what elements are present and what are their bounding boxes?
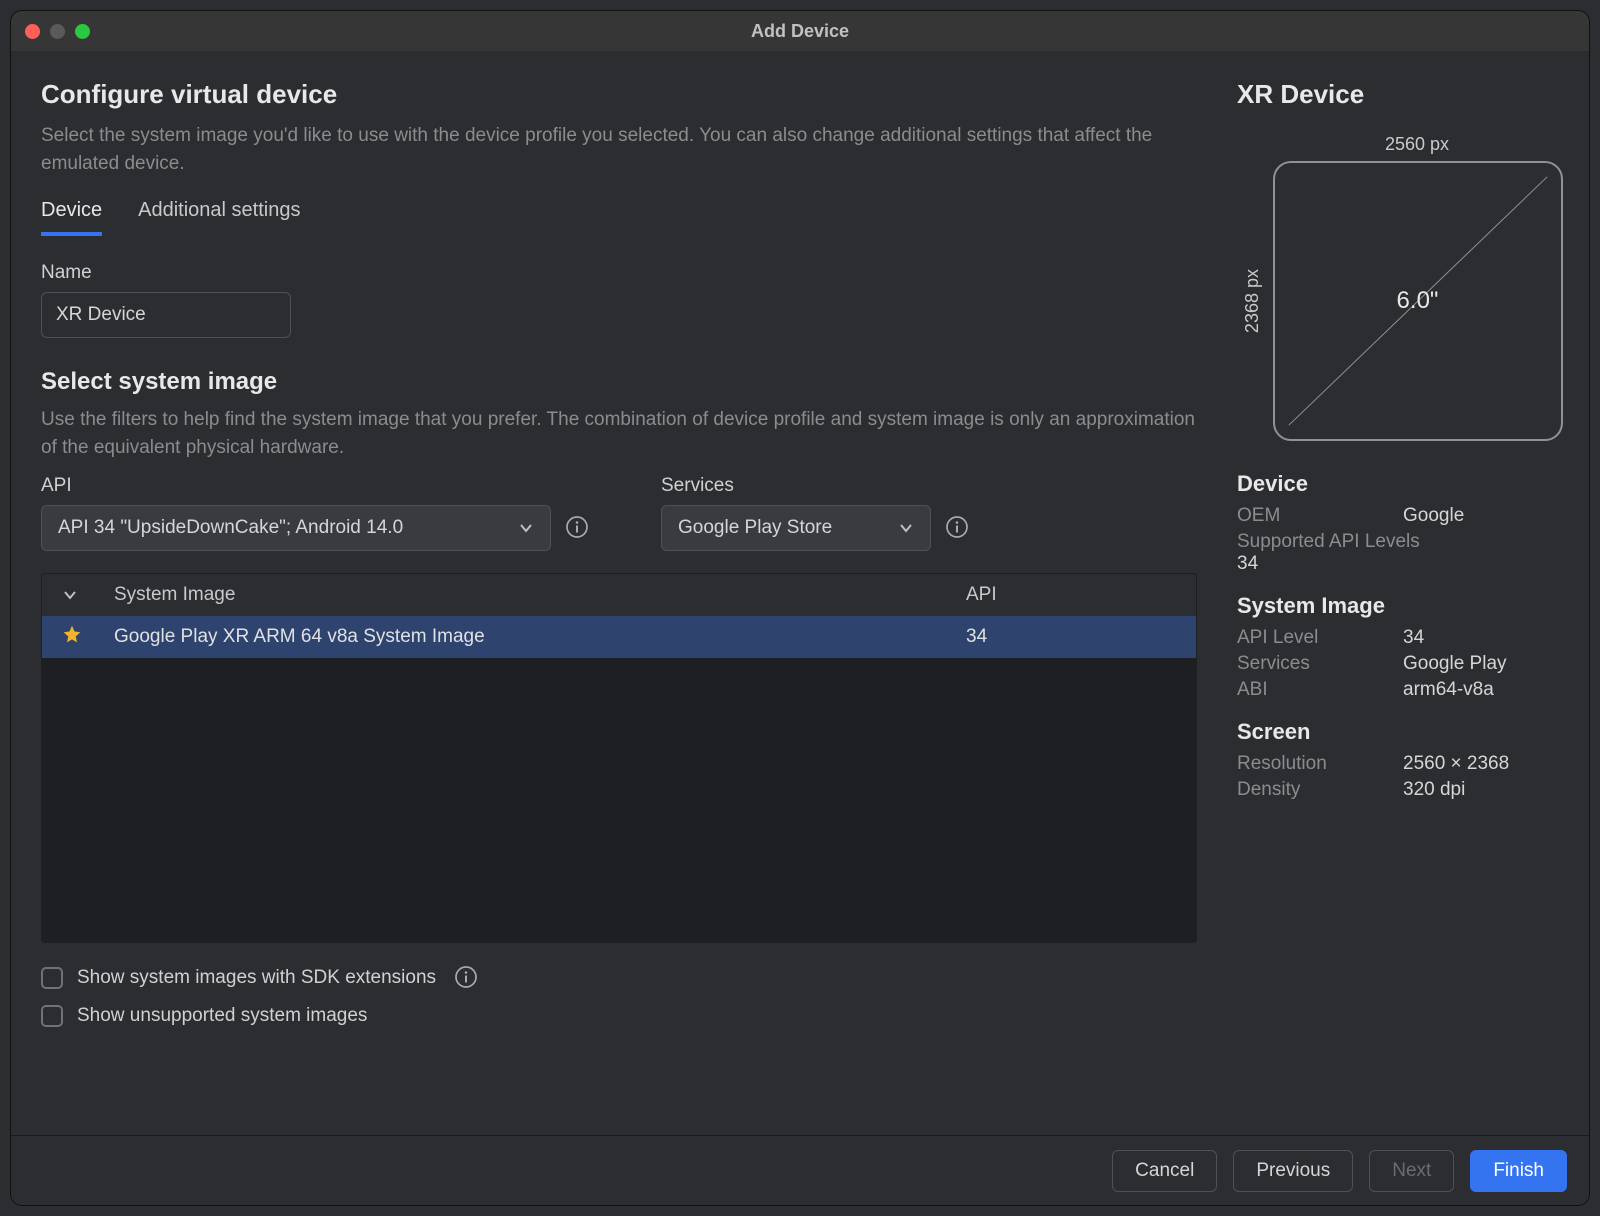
info-icon[interactable] xyxy=(454,965,480,991)
page-title: Configure virtual device xyxy=(41,79,1197,110)
dialog-footer: Cancel Previous Next Finish xyxy=(11,1135,1589,1205)
system-image-description: Use the filters to help find the system … xyxy=(41,406,1197,461)
resolution-key: Resolution xyxy=(1237,753,1403,775)
chevron-down-icon xyxy=(518,520,534,536)
row-api: 34 xyxy=(966,626,1176,648)
device-preview: 2560 px 2368 px 6.0" xyxy=(1237,134,1567,441)
resolution-value: 2560 × 2368 xyxy=(1403,753,1509,775)
checkbox-sdk-extensions-label: Show system images with SDK extensions xyxy=(77,967,436,989)
name-input[interactable] xyxy=(41,292,291,338)
api-select-value: API 34 "UpsideDownCake"; Android 14.0 xyxy=(58,517,403,539)
api-select[interactable]: API 34 "UpsideDownCake"; Android 14.0 xyxy=(41,505,551,551)
checkbox-unsupported-images[interactable] xyxy=(41,1005,63,1027)
api-label: API xyxy=(41,475,591,497)
checkbox-unsupported-images-label: Show unsupported system images xyxy=(77,1005,367,1027)
preview-width-label: 2560 px xyxy=(1272,134,1562,155)
side-device-heading: Device xyxy=(1237,471,1567,497)
previous-button[interactable]: Previous xyxy=(1233,1150,1353,1192)
next-button: Next xyxy=(1369,1150,1454,1192)
dialog-window: Add Device Configure virtual device Sele… xyxy=(10,10,1590,1206)
column-header-system-image[interactable]: System Image xyxy=(114,584,966,606)
services-key: Services xyxy=(1237,653,1403,675)
api-level-key: API Level xyxy=(1237,627,1403,649)
name-label: Name xyxy=(41,262,1197,284)
star-icon xyxy=(62,624,82,650)
preview-diagonal-label: 6.0" xyxy=(1397,287,1439,315)
window-title: Add Device xyxy=(11,21,1589,42)
services-select-value: Google Play Store xyxy=(678,517,832,539)
tab-device[interactable]: Device xyxy=(41,199,102,236)
finish-button[interactable]: Finish xyxy=(1470,1150,1567,1192)
collapse-toggle[interactable] xyxy=(62,587,114,603)
table-row[interactable]: Google Play XR ARM 64 v8a System Image 3… xyxy=(42,616,1196,658)
system-image-table: System Image API Google Play XR ARM 64 v… xyxy=(41,573,1197,943)
row-name: Google Play XR ARM 64 v8a System Image xyxy=(114,626,966,648)
system-image-title: Select system image xyxy=(41,368,1197,396)
side-screen-heading: Screen xyxy=(1237,719,1567,745)
api-level-value: 34 xyxy=(1403,627,1424,649)
tab-additional-settings[interactable]: Additional settings xyxy=(138,199,300,236)
info-icon[interactable] xyxy=(565,515,591,541)
oem-key: OEM xyxy=(1237,505,1403,527)
oem-value: Google xyxy=(1403,505,1464,527)
side-title: XR Device xyxy=(1237,79,1567,110)
abi-value: arm64-v8a xyxy=(1403,679,1494,701)
supported-api-key: Supported API Levels xyxy=(1237,531,1567,553)
checkbox-sdk-extensions[interactable] xyxy=(41,967,63,989)
preview-height-label: 2368 px xyxy=(1242,269,1263,333)
cancel-button[interactable]: Cancel xyxy=(1112,1150,1217,1192)
chevron-down-icon xyxy=(898,520,914,536)
services-value: Google Play xyxy=(1403,653,1507,675)
side-system-image-heading: System Image xyxy=(1237,593,1567,619)
density-value: 320 dpi xyxy=(1403,779,1465,801)
services-label: Services xyxy=(661,475,971,497)
supported-api-value: 34 xyxy=(1237,553,1567,575)
info-icon[interactable] xyxy=(945,515,971,541)
services-select[interactable]: Google Play Store xyxy=(661,505,931,551)
page-description: Select the system image you'd like to us… xyxy=(41,122,1197,177)
column-header-api[interactable]: API xyxy=(966,584,1176,606)
abi-key: ABI xyxy=(1237,679,1403,701)
titlebar: Add Device xyxy=(11,11,1589,51)
density-key: Density xyxy=(1237,779,1403,801)
